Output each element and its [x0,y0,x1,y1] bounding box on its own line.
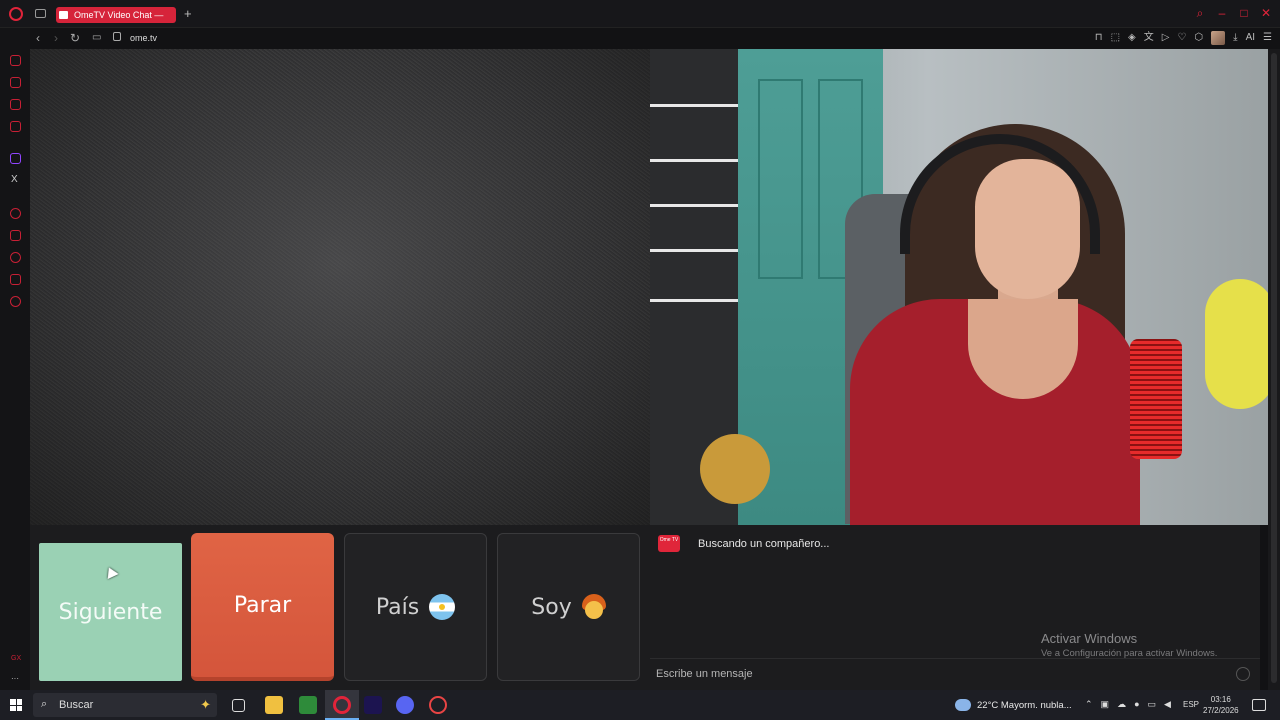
boy-emoji-icon [581,594,606,620]
ai-button[interactable]: AI [1246,30,1255,46]
sidebar-clock-icon[interactable] [10,252,21,263]
microphone [1130,339,1182,459]
taskbar-search[interactable]: ⌕ Buscar ✦ [33,693,217,717]
sidebar-more-icon[interactable]: ··· [11,674,19,683]
address-bar: ‹ › ↻ ▭ ome.tv ⊓ ⬚ ◈ 文 ▷ ♡ ⬡ ⤓ AI ☰ [30,28,1280,48]
sidebar-player-icon[interactable] [10,121,21,132]
sidebar-record-icon[interactable] [10,208,21,219]
scrollbar-thumb[interactable] [1271,53,1277,683]
windows-taskbar: ⌕ Buscar ✦ 22°C Mayorm. nubla... ⌃ ▣ ☁ ●… [0,690,1280,720]
next-button-label: Siguiente [58,599,163,625]
tray-cloud-icon[interactable]: ☁ [1117,699,1126,710]
lock-icon[interactable] [113,32,121,41]
app-b-icon[interactable] [299,696,317,714]
tray-volume-icon[interactable]: ◀ [1164,699,1171,710]
play-icon[interactable]: ▷ [1162,30,1170,46]
argentina-flag-icon [429,594,456,620]
clock-date: 27/2/2026 [1203,706,1239,715]
windows-activation-watermark: Activar Windows Ve a Configuración para … [1041,631,1217,659]
clock[interactable]: 03:16 27/2/2026 [1203,694,1239,716]
sidebar-x-icon[interactable]: X [11,174,18,185]
minimize-icon[interactable]: – [1216,6,1228,20]
stop-button-label: Parar [233,592,292,618]
discord-icon[interactable] [396,696,414,714]
chat-status-text: Buscando un compañero... [698,538,830,550]
tab-favicon-icon [59,11,68,19]
search-tabs-icon[interactable]: ⌕ [1194,6,1206,20]
notifications-icon[interactable] [1252,699,1266,711]
task-view-icon[interactable] [232,699,245,712]
snapshot-icon[interactable]: ⬚ [1111,30,1120,46]
sidebar-twitch-icon[interactable] [10,153,21,164]
heart-icon[interactable]: ♡ [1177,30,1186,46]
sidebar-history-icon[interactable] [10,55,21,66]
system-tray: ⌃ ▣ ☁ ● ▭ ◀ [1085,699,1171,710]
message-box [650,658,1260,690]
duck-plush [1205,279,1268,409]
sidebar-settings-icon[interactable] [10,296,21,307]
shield-icon[interactable]: ◈ [1128,30,1136,46]
sidebar-gx-label[interactable]: GX [11,655,21,662]
clock-time: 03:16 [1210,695,1231,704]
activate-title: Activar Windows [1041,631,1138,646]
url-field[interactable]: ome.tv [130,31,157,45]
search-highlight-icon: ✦ [200,697,211,712]
chat-controls: Siguiente Parar País Soy [30,525,650,690]
tray-network-icon[interactable]: ▭ [1148,699,1157,710]
weather-widget[interactable]: 22°C Mayorm. nubla... [955,690,1072,720]
ometv-logo: Ome TV [658,535,680,552]
weather-text: 22°C Mayorm. nubla... [977,699,1072,711]
sidebar-store-icon[interactable] [10,77,21,88]
camera-icon[interactable]: ▭ [92,30,101,46]
opera-gx-taskbar-icon[interactable] [333,696,351,714]
profile-avatar[interactable] [1211,31,1226,45]
download-icon[interactable]: ⤓ [1233,30,1237,46]
menu-icon[interactable]: ☰ [1263,30,1272,46]
maximize-icon[interactable]: □ [1238,6,1250,20]
chat-panel: Ome TV Buscando un compañero... Activar … [650,525,1260,690]
page-scrollbar[interactable] [1268,49,1280,690]
browser-tab-bar: OmeTV Video Chat — + ⌕ – □ ✕ [0,0,1280,28]
next-button[interactable]: Siguiente [39,543,182,681]
new-tab-button[interactable]: + [184,7,192,21]
tray-app-icon[interactable]: ▣ [1101,699,1110,710]
gender-button-label: Soy [531,594,572,620]
active-tab[interactable]: OmeTV Video Chat — [56,7,176,23]
bookmark-icon[interactable]: ⊓ [1095,30,1103,46]
obs-icon[interactable] [429,696,447,714]
windows-start-icon[interactable] [10,699,22,711]
language-indicator[interactable]: ESP [1183,700,1199,709]
country-button-label: País [375,594,420,620]
forward-icon[interactable]: › [54,30,58,46]
tab-title: OmeTV Video Chat — [74,10,164,20]
tray-mic-icon[interactable]: ● [1134,699,1139,710]
back-icon[interactable]: ‹ [36,30,40,46]
tray-chevron-icon[interactable]: ⌃ [1085,699,1093,710]
window-controls: ⌕ – □ ✕ [1194,6,1272,20]
tab-switcher-icon[interactable] [35,9,46,18]
close-icon[interactable]: ✕ [1260,6,1272,20]
search-icon: ⌕ [41,698,48,710]
browser-sidebar: X GX ··· [0,28,30,690]
sidebar-chat-icon[interactable] [10,99,21,110]
gender-button[interactable]: Soy [497,533,640,681]
weather-cloud-icon [955,699,971,711]
local-video-feed [30,49,650,525]
reload-icon[interactable]: ↻ [70,30,80,46]
extensions-icon[interactable]: ⬡ [1194,30,1203,46]
emoji-icon[interactable] [1236,667,1250,681]
sidebar-tags-icon[interactable] [10,274,21,285]
plush-toy [700,434,770,504]
opera-logo-icon[interactable] [9,7,23,21]
stop-button[interactable]: Parar [191,533,334,681]
taskbar-search-label: Buscar [59,699,94,711]
message-input[interactable] [656,668,1216,680]
premiere-icon[interactable] [364,696,382,714]
browser-toolbar: ⊓ ⬚ ◈ 文 ▷ ♡ ⬡ ⤓ AI ☰ [1095,30,1272,46]
sidebar-bookmarks-icon[interactable] [10,230,21,241]
translate-icon[interactable]: 文 [1144,30,1154,46]
country-button[interactable]: País [344,533,487,681]
partner-video-feed [650,49,1268,525]
file-explorer-icon[interactable] [265,696,283,714]
